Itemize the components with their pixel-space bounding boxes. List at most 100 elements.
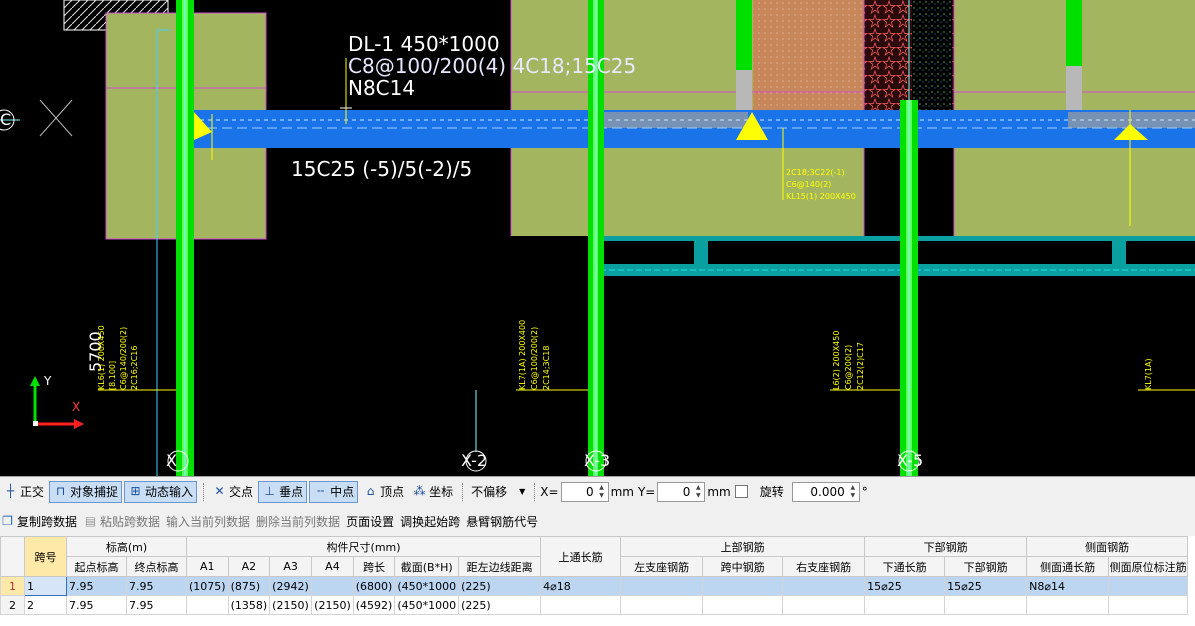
cell-a4[interactable] (311, 576, 354, 596)
x-spinner-icon[interactable]: ▲ ▼ (597, 484, 607, 500)
vertex-snap[interactable]: ⌂ 顶点 (360, 481, 407, 503)
cell-right-support[interactable] (782, 595, 866, 615)
header-bottom-through[interactable]: 下通长筋 (864, 556, 946, 577)
cell-top-through[interactable] (540, 595, 622, 615)
cell-side-through[interactable] (1026, 595, 1110, 615)
cell-a1[interactable]: (1075) (186, 576, 229, 596)
header-span-length[interactable]: 跨长 (352, 556, 396, 577)
dynamic-input-toggle[interactable]: ⊞ 动态输入 (124, 480, 198, 503)
cantilever-code-button[interactable]: 悬臂钢筋代号 (466, 513, 544, 530)
cell-span-length[interactable]: (6800) (352, 576, 396, 596)
vtext-right-3[interactable]: 2C12(2)C17 (856, 342, 865, 390)
vtext-right-1[interactable]: L6(2) 200X450 (832, 331, 841, 390)
cell-left-support[interactable] (620, 576, 704, 596)
header-mid-span[interactable]: 跨中钢筋 (702, 556, 784, 577)
header-side-through[interactable]: 侧面通长筋 (1026, 556, 1110, 577)
cell-right-support[interactable] (782, 576, 866, 596)
page-setup-button[interactable]: 页面设置 (346, 513, 400, 530)
span-data-grid[interactable]: 跨号 标高(m) 构件尺寸(mm) 上通长筋 上部钢筋 下部钢筋 侧面钢筋 起点… (0, 536, 1195, 626)
y-spinner-icon[interactable]: ▲ ▼ (693, 484, 703, 500)
row-number[interactable]: 2 (0, 595, 25, 615)
offset-dropdown[interactable]: 不偏移 ▼ (468, 481, 528, 503)
vtext-left-1[interactable]: KL6(1) 200X450 (97, 325, 106, 390)
paste-span-button[interactable]: ▤ 粘贴跨数据 (83, 513, 166, 530)
beam-label-line3[interactable]: N8C14 (348, 76, 415, 100)
input-column-button[interactable]: 输入当前列数据 (166, 513, 256, 530)
perpendicular-snap[interactable]: ⊥ 垂点 (258, 480, 308, 503)
cell-a4[interactable]: (2150) (311, 595, 354, 615)
header-right-support[interactable]: 右支座钢筋 (782, 556, 866, 577)
y-input[interactable]: 0 ▲ ▼ (657, 481, 706, 502)
delete-column-button[interactable]: 删除当前列数据 (256, 513, 346, 530)
header-a2[interactable]: A2 (227, 556, 271, 577)
beam-label-line2[interactable]: C8@100/200(4) 4C18;15C25 (348, 54, 636, 78)
cell-start-elev[interactable]: 7.95 (66, 576, 127, 596)
kl15-line3[interactable]: KL15(1) 200X450 (786, 192, 856, 201)
vtext-left-4[interactable]: 2C16;2C16 (130, 346, 139, 390)
cell-a3[interactable]: (2942) (269, 576, 313, 596)
cell-mid-span[interactable] (702, 595, 784, 615)
cell-side-mark[interactable] (1108, 576, 1189, 596)
vtext-far-1[interactable]: KL7(1A) (1144, 358, 1153, 390)
cell-bottom-rebar[interactable]: 15⌀25 (944, 576, 1028, 596)
cell-section[interactable]: (450*1000 (394, 595, 460, 615)
vtext-left-3[interactable]: C6@140/200(2) (119, 327, 128, 390)
cell-a1[interactable] (186, 595, 229, 615)
header-a4[interactable]: A4 (311, 556, 354, 577)
cell-top-through[interactable]: 4⌀18 (540, 576, 622, 596)
vtext-mid-1[interactable]: KL7(1A) 200X400 (518, 320, 527, 390)
coordinate-snap[interactable]: ⁂ 坐标 (409, 481, 456, 503)
vtext-mid-2[interactable]: C6@100/200(2) (530, 327, 539, 390)
copy-span-button[interactable]: ❐ 复制跨数据 (0, 513, 83, 530)
cell-bottom-rebar[interactable] (944, 595, 1028, 615)
header-start-elev[interactable]: 起点标高 (66, 556, 127, 577)
cad-canvas[interactable]: DL-1 450*1000 C8@100/200(4) 4C18;15C25 N… (0, 0, 1195, 476)
cell-start-elev[interactable]: 7.95 (66, 595, 127, 615)
cell-bottom-through[interactable]: 15⌀25 (864, 576, 946, 596)
rotate-input[interactable]: 0.000 ▲ ▼ (791, 481, 860, 502)
row-number[interactable]: 1 (0, 576, 25, 596)
rotate-spinner-icon[interactable]: ▲ ▼ (848, 484, 858, 500)
kl15-line2[interactable]: C6@140(2) (786, 180, 831, 189)
header-bottom-rebar2[interactable]: 下部钢筋 (944, 556, 1028, 577)
cell-span[interactable]: 1 (24, 576, 67, 596)
cell-mid-span[interactable] (702, 576, 784, 596)
cell-span[interactable]: 2 (24, 595, 67, 615)
cell-end-elev[interactable]: 7.95 (126, 595, 187, 615)
cell-left-support[interactable] (620, 595, 704, 615)
table-row[interactable]: 1 1 7.95 7.95 (1075) (875) (2942) (6800)… (0, 576, 1189, 596)
beam-label-line1[interactable]: DL-1 450*1000 (348, 32, 500, 56)
table-row[interactable]: 2 2 7.95 7.95 (1358) (2150) (2150) (4592… (0, 595, 1189, 615)
cell-a3[interactable]: (2150) (269, 595, 313, 615)
cell-bottom-through[interactable] (864, 595, 946, 615)
cell-side-through[interactable]: N8⌀14 (1026, 576, 1110, 596)
swap-start-button[interactable]: 调换起始跨 (400, 513, 466, 530)
intersection-snap[interactable]: ✕ 交点 (209, 481, 256, 503)
object-snap-toggle[interactable]: ⊓ 对象捕捉 (49, 480, 123, 503)
cell-end-elev[interactable]: 7.95 (126, 576, 187, 596)
header-top-through[interactable]: 上通长筋 (540, 536, 622, 577)
midpoint-snap[interactable]: ╌ 中点 (309, 480, 359, 503)
ortho-toggle[interactable]: ┼ 正交 (0, 481, 47, 503)
header-side-mark[interactable]: 侧面原位标注筋 (1108, 556, 1189, 577)
header-end-elev[interactable]: 终点标高 (126, 556, 187, 577)
cell-side-mark[interactable] (1108, 595, 1189, 615)
kl15-line1[interactable]: 2C18;3C22(-1) (786, 168, 845, 177)
cell-span-length[interactable]: (4592) (352, 595, 396, 615)
cell-edge-dist[interactable]: (225) (458, 576, 542, 596)
rotate-checkbox[interactable] (734, 485, 748, 498)
vtext-right-2[interactable]: C6@200(2) (844, 345, 853, 390)
vtext-mid-3[interactable]: 2C14;3C18 (542, 346, 551, 390)
x-input[interactable]: 0 ▲ ▼ (560, 481, 609, 502)
cell-a2[interactable]: (875) (227, 576, 271, 596)
header-a1[interactable]: A1 (186, 556, 229, 577)
header-section[interactable]: 截面(B*H) (394, 556, 460, 577)
header-a3[interactable]: A3 (269, 556, 313, 577)
bottom-rebar-label[interactable]: 15C25 (-5)/5(-2)/5 (291, 157, 472, 181)
cell-edge-dist[interactable]: (225) (458, 595, 542, 615)
cell-a2[interactable]: (1358) (227, 595, 271, 615)
header-span[interactable]: 跨号 (24, 536, 67, 577)
header-edge-dist[interactable]: 距左边线距离 (458, 556, 542, 577)
cell-section[interactable]: (450*1000 (394, 576, 460, 596)
vtext-left-2[interactable]: [8.100] (108, 361, 117, 390)
